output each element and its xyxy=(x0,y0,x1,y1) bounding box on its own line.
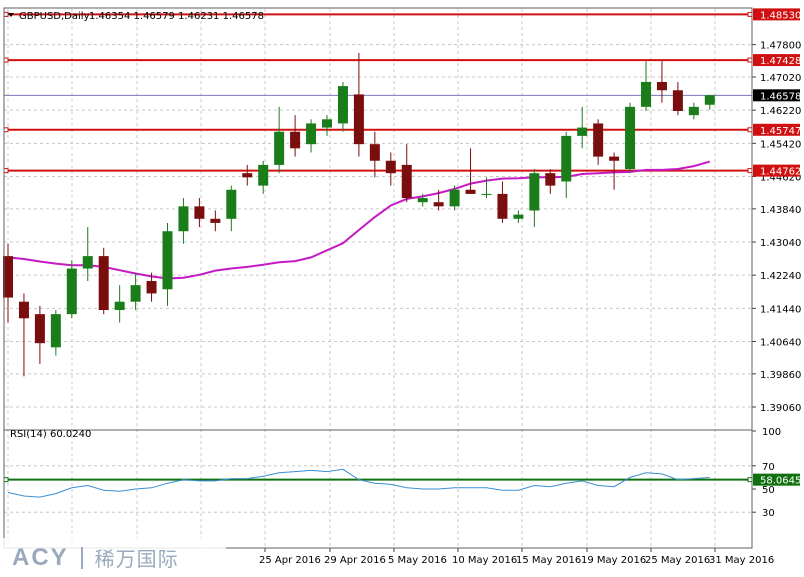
level-anchor xyxy=(3,127,9,133)
candle-body xyxy=(433,202,444,207)
chart-canvas: 1.478001.470201.462201.454201.446201.438… xyxy=(0,0,804,577)
x-tick-label: 25 Apr 2016 xyxy=(259,555,321,566)
rsi-level-label: 58.0645 xyxy=(760,476,801,487)
candle-body xyxy=(98,256,109,311)
candle-body xyxy=(178,206,189,232)
candle-body xyxy=(449,189,460,207)
candle-body xyxy=(609,156,620,161)
candle-body xyxy=(513,214,524,219)
y-tick-label: 1.40640 xyxy=(760,338,801,349)
candle-body xyxy=(130,285,141,302)
candle-body xyxy=(114,301,125,311)
level-anchor xyxy=(747,127,753,133)
candle-body xyxy=(18,301,29,319)
level-anchor xyxy=(3,477,9,483)
y-tick-label: 1.39860 xyxy=(760,370,801,381)
x-tick-label: 10 May 2016 xyxy=(452,555,517,566)
watermark: ACY 稀万国际 xyxy=(0,538,226,577)
candle-body xyxy=(417,198,428,203)
rsi-tick-label: 70 xyxy=(762,462,775,473)
candle-body xyxy=(66,268,77,315)
candle-body xyxy=(672,90,683,111)
ohlc-readout: 1.46354 1.46579 1.46231 1.46578 xyxy=(89,11,264,22)
candle xyxy=(625,102,636,174)
rsi-title: RSI(14) 60.0240 xyxy=(10,429,91,440)
candle-body xyxy=(290,131,301,149)
candle-body xyxy=(50,314,61,348)
watermark-divider xyxy=(80,546,83,569)
candle-body xyxy=(385,160,396,174)
price-level-label: 1.48530 xyxy=(760,10,801,21)
y-tick-label: 1.43040 xyxy=(760,238,801,249)
candle-body xyxy=(194,206,205,219)
candle-body xyxy=(146,280,157,294)
rsi-tick-label: 100 xyxy=(762,427,781,438)
y-tick-label: 1.39060 xyxy=(760,403,801,414)
watermark-brand: ACY xyxy=(12,543,69,571)
y-tick-label: 1.47800 xyxy=(760,41,801,52)
y-tick-label: 1.43840 xyxy=(760,205,801,216)
candle-body xyxy=(529,173,540,211)
candle-body xyxy=(322,119,332,128)
candle-body xyxy=(401,164,412,199)
watermark-cn: 稀万国际 xyxy=(94,547,179,571)
price-level-label: 1.44762 xyxy=(760,167,801,178)
candle-body xyxy=(497,193,508,219)
price-level-label: 1.47428 xyxy=(760,56,801,67)
candle-body xyxy=(226,189,237,219)
candle-body xyxy=(82,256,93,269)
x-tick-label: 19 May 2016 xyxy=(581,555,646,566)
y-tick-label: 1.46220 xyxy=(760,106,801,117)
level-anchor xyxy=(747,168,753,174)
candle-body xyxy=(34,314,45,344)
candle-body xyxy=(242,173,253,178)
level-anchor xyxy=(3,11,9,17)
candle-body xyxy=(577,127,588,136)
candle-body xyxy=(337,86,348,124)
candle-body xyxy=(641,81,651,107)
x-tick-label: 31 May 2016 xyxy=(709,555,774,566)
candle-body xyxy=(274,131,285,165)
symbol-label: GBPUSD,Daily xyxy=(19,11,90,22)
candle-body xyxy=(369,144,380,161)
candle-body xyxy=(545,173,556,186)
candle-body xyxy=(306,123,317,145)
level-anchor xyxy=(3,57,9,63)
current-price-label: 1.46578 xyxy=(760,91,801,102)
x-tick-label: 5 May 2016 xyxy=(388,555,447,566)
candle-body xyxy=(625,106,636,170)
candle-body xyxy=(704,95,715,105)
candle xyxy=(66,260,77,319)
candle-body xyxy=(162,231,173,290)
level-anchor xyxy=(747,11,753,17)
candle-body xyxy=(481,193,492,195)
candle-body xyxy=(210,218,221,223)
candle-body xyxy=(593,123,604,157)
level-anchor xyxy=(3,168,9,174)
candle-body xyxy=(656,81,667,91)
level-anchor xyxy=(747,57,753,63)
x-tick-label: 15 May 2016 xyxy=(516,555,581,566)
candle-body xyxy=(688,106,699,116)
y-tick-label: 1.42240 xyxy=(760,271,801,282)
y-tick-label: 1.45420 xyxy=(760,139,801,150)
candle-body xyxy=(561,135,572,182)
y-tick-label: 1.41440 xyxy=(760,304,801,315)
x-tick-label: 29 Apr 2016 xyxy=(324,555,386,566)
y-tick-label: 1.47020 xyxy=(760,73,801,84)
candle-body xyxy=(353,94,364,145)
x-tick-label: 25 May 2016 xyxy=(645,555,710,566)
header: GBPUSD,Daily 1.46354 1.46579 1.46231 1.4… xyxy=(8,11,264,22)
candle-body xyxy=(258,164,269,186)
rsi-tick-label: 30 xyxy=(762,508,775,519)
level-anchor xyxy=(747,477,753,483)
candle-body xyxy=(465,189,476,194)
price-level-label: 1.45747 xyxy=(760,126,801,137)
candle xyxy=(98,247,109,315)
